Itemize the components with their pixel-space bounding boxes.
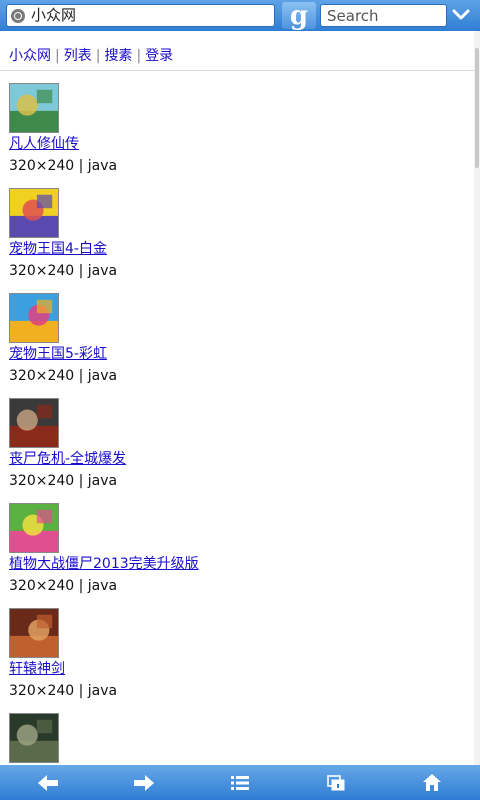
list-item: 植物大战僵尸2013完美升级版 320×240 | java	[9, 503, 469, 608]
back-button[interactable]	[0, 765, 96, 800]
game-meta: 320×240 | java	[9, 473, 118, 489]
game-title-link[interactable]: 宠物王国5-彩虹	[9, 345, 107, 363]
menu-button[interactable]	[192, 765, 288, 800]
page-content: 小众网 | 列表 | 搜素 | 登录 凡人修仙传 320×240 | java 宠物王国4-…	[0, 31, 474, 765]
windows-button[interactable]	[288, 765, 384, 800]
game-thumbnail[interactable]	[9, 188, 59, 238]
url-field[interactable]: 小众网	[6, 4, 275, 27]
game-thumbnail[interactable]	[9, 503, 59, 553]
game-list: 凡人修仙传 320×240 | java 宠物王国4-白金 320×240 | …	[9, 83, 469, 765]
forward-button[interactable]	[96, 765, 192, 800]
game-title-link[interactable]: 宠物王国4-白金	[9, 240, 107, 258]
divider	[0, 70, 474, 71]
game-title-link[interactable]: 植物大战僵尸2013完美升级版	[9, 555, 199, 573]
game-title-link[interactable]: 轩辕神剑	[9, 660, 65, 678]
game-title-link[interactable]: 凡人修仙传	[9, 135, 79, 153]
game-title-link[interactable]: 丧尸危机-全城爆发	[9, 450, 126, 468]
menu-list-icon	[231, 775, 249, 790]
browser-bottom-toolbar	[0, 765, 480, 800]
list-item: 凡人修仙传 320×240 | java	[9, 83, 469, 188]
nav-link-home[interactable]: 小众网	[9, 48, 51, 64]
nav-link-list[interactable]: 列表	[64, 48, 92, 64]
search-engine-logo-text: g	[289, 0, 309, 31]
search-placeholder: Search	[327, 6, 379, 25]
nav-separator: |	[136, 48, 142, 64]
nav-link-search[interactable]: 搜素	[104, 48, 132, 64]
nav-separator: |	[95, 48, 101, 64]
browser-top-bar: 小众网 g Search	[0, 0, 480, 31]
game-thumbnail[interactable]	[9, 713, 59, 763]
forward-arrow-icon	[134, 774, 154, 791]
home-icon	[423, 774, 441, 791]
game-meta: 320×240 | java	[9, 683, 118, 699]
windows-icon	[327, 774, 345, 790]
list-item: 宠物王国5-彩虹 320×240 | java	[9, 293, 469, 398]
home-button[interactable]	[384, 765, 480, 800]
game-thumbnail[interactable]	[9, 608, 59, 658]
game-thumbnail[interactable]	[9, 83, 59, 133]
search-input[interactable]: Search	[320, 4, 447, 27]
chevron-down-icon[interactable]	[452, 7, 470, 23]
nav-separator: |	[55, 48, 60, 64]
back-arrow-icon	[38, 774, 58, 791]
game-meta: 320×240 | java	[9, 158, 118, 174]
search-engine-logo[interactable]: g	[282, 2, 316, 29]
list-item: 宠物王国4-白金 320×240 | java	[9, 188, 469, 293]
nav-link-login[interactable]: 登录	[145, 48, 173, 64]
list-item: 轩辕神剑 320×240 | java	[9, 608, 469, 713]
globe-icon	[11, 8, 25, 23]
list-item: 丧尸危机-全城爆发 320×240 | java	[9, 398, 469, 503]
url-text: 小众网	[31, 6, 77, 24]
game-meta: 320×240 | java	[9, 263, 118, 279]
scrollbar-thumb[interactable]	[475, 48, 479, 168]
top-nav: 小众网 | 列表 | 搜素 | 登录	[0, 31, 474, 71]
game-meta: 320×240 | java	[9, 368, 118, 384]
game-meta: 320×240 | java	[9, 578, 118, 594]
game-thumbnail[interactable]	[9, 293, 59, 343]
game-thumbnail[interactable]	[9, 398, 59, 448]
list-item	[9, 713, 469, 765]
